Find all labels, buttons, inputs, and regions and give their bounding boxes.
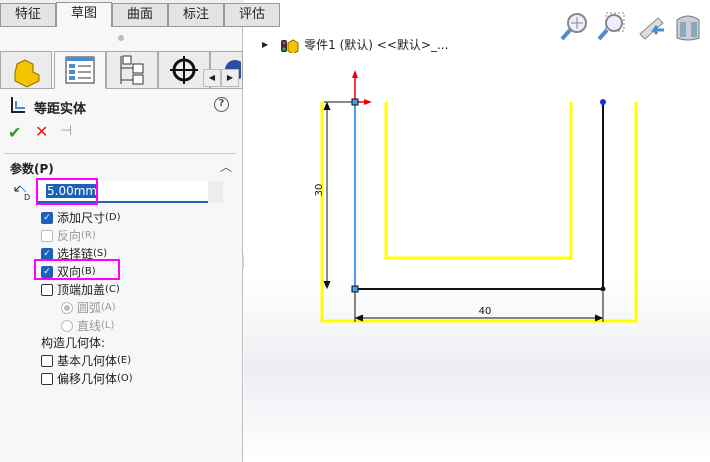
configuration-tree-icon bbox=[120, 55, 144, 85]
radio-arc[interactable]: 圆弧 (A) bbox=[61, 299, 116, 316]
highlight-box bbox=[34, 259, 120, 280]
origin-icon bbox=[351, 70, 372, 106]
checkbox-reverse[interactable]: 反向 (R) bbox=[41, 227, 96, 244]
property-list-icon bbox=[65, 56, 95, 84]
radio-line[interactable]: 直线 (L) bbox=[61, 317, 114, 334]
help-button[interactable]: ? bbox=[214, 97, 229, 112]
checkbox-add-dimensions[interactable]: ✓ 添加尺寸 (D) bbox=[41, 209, 121, 226]
dimension-40-label[interactable]: 40 bbox=[479, 306, 492, 317]
property-manager: ◀ ▶ 等距实体 ? ✔ ✕ ⊣ 参数(P) ︿ D 5.00mm ✓ 添加尺寸(… bbox=[0, 27, 245, 462]
checkbox-checked-icon: ✓ bbox=[41, 247, 53, 260]
svg-text:D: D bbox=[24, 193, 30, 202]
tab-sketch[interactable]: 草图 bbox=[56, 2, 112, 28]
tab-markup[interactable]: 标注 bbox=[168, 3, 224, 27]
cancel-button[interactable]: ✕ bbox=[35, 122, 48, 141]
checkbox-icon bbox=[41, 372, 53, 385]
section-parameters-header[interactable]: 参数(P) bbox=[10, 160, 54, 177]
panel-grip[interactable] bbox=[118, 35, 124, 41]
collapse-chevron-icon[interactable]: ︿ bbox=[220, 158, 232, 175]
close-icon: ✕ bbox=[35, 122, 49, 141]
offset-spinner[interactable] bbox=[208, 181, 223, 203]
ok-button[interactable]: ✔ bbox=[8, 123, 21, 142]
scroll-right-button[interactable]: ▶ bbox=[221, 69, 239, 87]
crosshair-icon bbox=[170, 56, 198, 84]
tab-surfaces[interactable]: 曲面 bbox=[112, 3, 168, 27]
configuration-manager-tab[interactable] bbox=[106, 51, 158, 89]
endpoint[interactable] bbox=[351, 285, 359, 293]
sketch-canvas[interactable]: 30 40 bbox=[244, 0, 710, 462]
construction-geometry-label: 构造几何体: bbox=[41, 336, 106, 350]
scroll-left-button[interactable]: ◀ bbox=[203, 69, 221, 87]
offset-distance-icon: D bbox=[14, 185, 30, 202]
checkbox-checked-icon: ✓ bbox=[41, 211, 53, 224]
graphics-area[interactable]: ▶ 零件1 (默认) <<默认>_... 30 40 bbox=[244, 0, 710, 462]
tab-evaluate[interactable]: 评估 bbox=[224, 3, 280, 27]
divider bbox=[4, 153, 236, 154]
command-manager-tabs: 特征 草图 曲面 标注 评估 bbox=[0, 0, 280, 28]
checkbox-icon bbox=[41, 283, 53, 296]
highlight-box bbox=[36, 178, 98, 205]
offset-entities-icon bbox=[11, 97, 25, 113]
checkbox-base-geometry[interactable]: 基本几何体 (E) bbox=[41, 352, 131, 369]
dimension-30-label[interactable]: 30 bbox=[314, 184, 325, 197]
offset-inner-contour[interactable] bbox=[384, 102, 573, 260]
checkbox-icon bbox=[41, 229, 53, 242]
endpoint[interactable] bbox=[600, 99, 606, 105]
pin-button[interactable]: ⊣ bbox=[60, 123, 72, 139]
panel-title: 等距实体 bbox=[34, 102, 87, 117]
radio-icon bbox=[61, 319, 73, 332]
part-icon bbox=[14, 59, 40, 88]
endpoint[interactable] bbox=[600, 286, 606, 292]
property-manager-tab[interactable] bbox=[54, 51, 106, 89]
check-icon: ✔ bbox=[8, 123, 22, 142]
sketch-line[interactable] bbox=[355, 102, 604, 290]
checkbox-cap-ends[interactable]: 顶端加盖 (C) bbox=[41, 281, 120, 298]
radio-selected-icon bbox=[61, 301, 73, 314]
feature-manager-tab[interactable] bbox=[0, 51, 52, 89]
pin-icon: ⊣ bbox=[60, 123, 73, 139]
checkbox-icon bbox=[41, 354, 53, 367]
tab-features[interactable]: 特征 bbox=[0, 3, 56, 27]
checkbox-offset-geometry[interactable]: 偏移几何体 (O) bbox=[41, 370, 133, 387]
